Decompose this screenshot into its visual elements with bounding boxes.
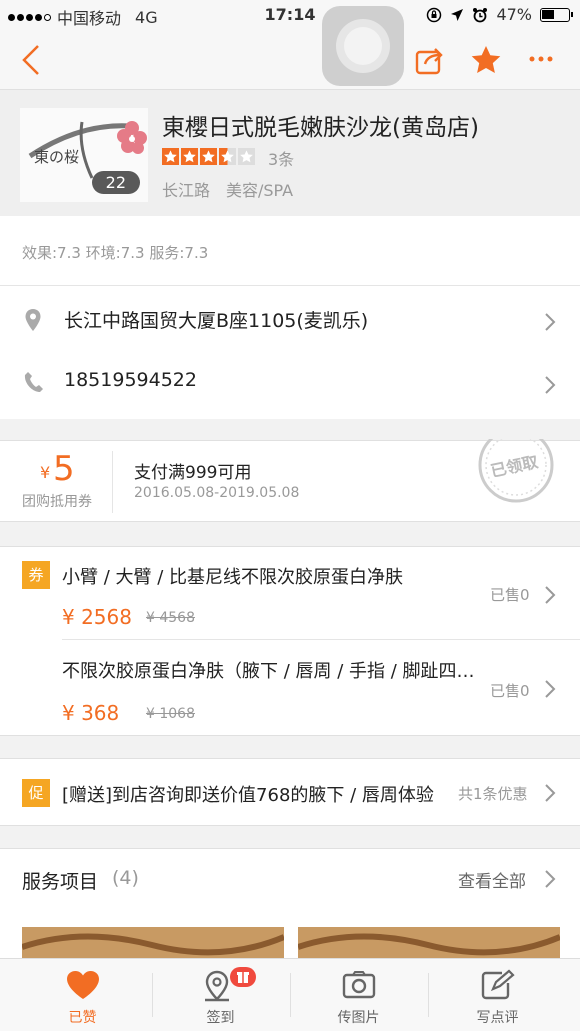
shop-name: 東櫻日式脱毛嫩肤沙龙(黄岛店) [162, 115, 479, 141]
chevron-right-icon [545, 376, 556, 394]
location-pin-icon [25, 309, 41, 331]
tab-label: 传图片 [337, 1010, 380, 1026]
camera-icon [342, 971, 376, 999]
services-title: 服务项目 [22, 871, 99, 893]
deal-sold: 已售0 [490, 682, 530, 700]
share-icon[interactable] [414, 44, 446, 76]
photo-count-badge: 22 [91, 171, 140, 194]
deals-section: 券 小臂 / 大臂 / 比基尼线不限次胶原蛋白净肤 ¥ 2568 ¥ 4568 … [0, 546, 580, 736]
nav-bar [0, 32, 580, 90]
tab-write-review[interactable]: 写点评 [425, 959, 570, 1031]
deal-original-price: ¥ 4568 [146, 610, 195, 626]
tab-liked[interactable]: 已赞 [10, 959, 155, 1031]
district: 长江路 [162, 181, 211, 200]
chevron-right-icon[interactable] [544, 679, 556, 699]
voucher-divider [112, 451, 113, 513]
tab-label: 已赞 [68, 1010, 97, 1026]
voucher-amount: 5 [53, 449, 75, 489]
address-text: 长江中路国贸大厦B座1105(麦凯乐) [64, 310, 369, 332]
promo-count: 共1条优惠 [458, 785, 528, 803]
view-all-link[interactable]: 查看全部 [458, 867, 526, 892]
alarm-icon [473, 7, 488, 22]
voucher-validity: 2016.05.08-2019.05.08 [134, 485, 300, 501]
shop-photo[interactable]: 東の桜 22 [20, 108, 148, 202]
orientation-lock-icon [427, 7, 442, 22]
star-icon [162, 148, 179, 165]
deal-sold: 已售0 [490, 586, 530, 604]
edit-icon [481, 969, 515, 1000]
star-icon [181, 148, 198, 165]
chevron-right-icon[interactable] [544, 869, 556, 889]
category: 美容/SPA [226, 181, 294, 200]
bottom-tab-bar: 已赞 签到 传图片 写点评 [0, 958, 580, 1031]
score-text: 效果:7.3 环境:7.3 服务:7.3 [22, 244, 209, 262]
promo-tag: 促 [22, 779, 50, 807]
promo-row[interactable]: 促 [赠送]到店咨询即送价值768的腋下 / 唇周体验 共1条优惠 [0, 758, 580, 826]
half-star-icon [219, 148, 236, 165]
address-row[interactable]: 长江中路国贸大厦B座1105(麦凯乐) [0, 286, 580, 356]
back-icon[interactable] [18, 42, 44, 78]
more-icon[interactable] [528, 46, 554, 72]
voucher-label: 团购抵用券 [22, 494, 92, 510]
voucher-card[interactable]: ¥ 5 团购抵用券 支付满999可用 2016.05.08-2019.05.08… [0, 439, 580, 522]
heart-icon [67, 971, 99, 999]
chevron-right-icon[interactable] [544, 585, 556, 605]
phone-icon [24, 372, 43, 392]
assistive-touch-button[interactable] [322, 6, 404, 86]
deal-original-price: ¥ 1068 [146, 706, 195, 722]
rating-stars [162, 148, 255, 165]
battery-percent: 47% [496, 5, 532, 24]
coupon-tag: 券 [22, 561, 50, 589]
location-icon [451, 8, 464, 21]
status-bar: 中国移动 4G 17:14 47% [0, 0, 580, 32]
tab-label: 写点评 [476, 1010, 519, 1026]
chevron-right-icon [545, 313, 556, 331]
claimed-stamp: 已领取 [474, 439, 558, 503]
scores: 效果:7.3 环境:7.3 服务:7.3 [0, 216, 580, 286]
favorite-star-icon[interactable] [470, 44, 502, 76]
deal-title[interactable]: 不限次胶原蛋白净肤（腋下 / 唇周 / 手指 / 脚趾四选一） [62, 657, 482, 683]
deal-price: ¥ 368 [62, 701, 120, 725]
star-icon [200, 148, 217, 165]
gift-badge-icon [230, 967, 256, 987]
chevron-right-icon [545, 784, 556, 802]
voucher-condition: 支付满999可用 [134, 463, 252, 483]
promo-text: [赠送]到店咨询即送价值768的腋下 / 唇周体验 [62, 785, 434, 806]
empty-star-icon [238, 148, 255, 165]
battery-icon [540, 7, 573, 22]
deal-divider [62, 639, 580, 640]
phone-text: 18519594522 [64, 369, 197, 391]
deal-title[interactable]: 小臂 / 大臂 / 比基尼线不限次胶原蛋白净肤 [62, 563, 482, 589]
shop-header: 東の桜 22 東櫻日式脱毛嫩肤沙龙(黄岛店) 3条 长江路 美容/SPA [0, 90, 580, 216]
services-count: (4) [112, 867, 139, 889]
tab-checkin[interactable]: 签到 [148, 959, 293, 1031]
tab-upload-photo[interactable]: 传图片 [286, 959, 431, 1031]
deal-price: ¥ 2568 [62, 605, 132, 629]
phone-row[interactable]: 18519594522 [0, 349, 580, 419]
shop-logo-text: 東の桜 [34, 148, 80, 166]
review-count[interactable]: 3条 [268, 146, 294, 170]
voucher-currency: ¥ [40, 463, 51, 482]
tab-label: 签到 [206, 1010, 235, 1026]
